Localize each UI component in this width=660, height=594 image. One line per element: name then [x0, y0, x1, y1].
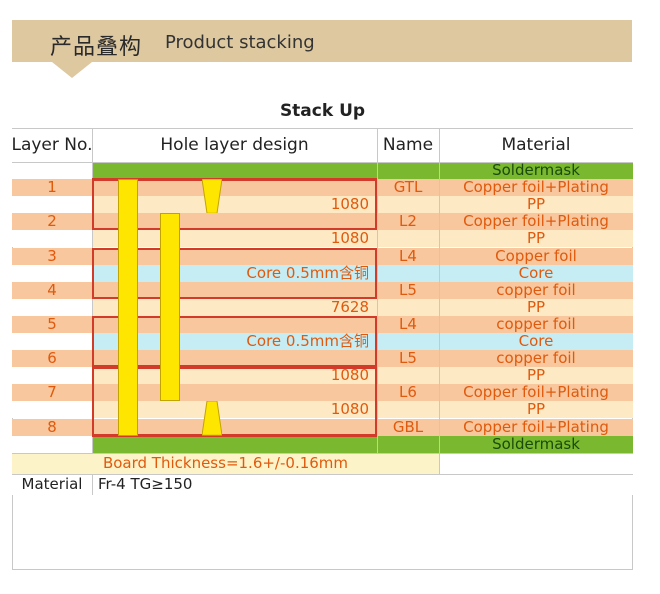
layer-name-cell: GTL: [377, 179, 439, 197]
grid-line: [12, 162, 633, 163]
board-thickness: Board Thickness=1.6+/-0.16mm: [12, 452, 439, 474]
through-hole-via: [118, 179, 138, 436]
layer-no-cell: 6: [12, 350, 92, 368]
material-cell: PP: [439, 230, 633, 248]
material-cell: Copper foil+Plating: [439, 418, 633, 436]
layer-name-cell: [377, 230, 439, 248]
layer-no-cell: 8: [12, 418, 92, 436]
layer-no-cell: 5: [12, 315, 92, 333]
layer-name-cell: L2: [377, 213, 439, 231]
material-cell: copper foil: [439, 315, 633, 333]
material-cell: copper foil: [439, 281, 633, 299]
material-cell: Soldermask: [439, 435, 633, 453]
material-value: Fr-4 TG≥150: [92, 473, 633, 495]
material-cell: PP: [439, 196, 633, 214]
grid-line: [12, 452, 633, 454]
layer-no-cell: 7: [12, 384, 92, 402]
thickness-spacer: [439, 452, 633, 474]
layer-name-cell: [377, 401, 439, 419]
layer-no-cell: [12, 401, 92, 419]
banner-pointer: [52, 62, 92, 78]
layer-name-cell: [377, 435, 439, 453]
layer-name-cell: L4: [377, 247, 439, 265]
layer-no-cell: [12, 230, 92, 248]
laser-microvia-top: [202, 179, 222, 214]
layer-name-cell: [377, 367, 439, 385]
layer-name-cell: [377, 264, 439, 282]
material-label: Material: [12, 473, 92, 495]
banner-title-cn: 产品叠构: [50, 35, 143, 60]
grid-line: [439, 128, 440, 474]
material-cell: PP: [439, 401, 633, 419]
layer-no-cell: [12, 298, 92, 316]
layer-no-cell: [12, 162, 92, 180]
layer-name-cell: L5: [377, 350, 439, 368]
hole-design-cell: [92, 162, 377, 180]
material-cell: PP: [439, 367, 633, 385]
material-cell: Copper foil+Plating: [439, 213, 633, 231]
material-cell: PP: [439, 298, 633, 316]
layer-name-cell: [377, 333, 439, 351]
material-cell: Core: [439, 333, 633, 351]
grid-line: [12, 473, 633, 475]
grid-line: [377, 128, 378, 453]
material-cell: copper foil: [439, 350, 633, 368]
material-cell: Copper foil+Plating: [439, 179, 633, 197]
layer-no-cell: [12, 333, 92, 351]
grid-line: [12, 128, 633, 129]
layer-no-cell: 2: [12, 213, 92, 231]
buried-via: [160, 213, 180, 402]
layer-no-cell: [12, 264, 92, 282]
layer-no-cell: [12, 367, 92, 385]
material-cell: Soldermask: [439, 162, 633, 180]
grid-line: [92, 473, 93, 495]
layer-name-cell: [377, 196, 439, 214]
layer-name-cell: L4: [377, 315, 439, 333]
layer-name-cell: L5: [377, 281, 439, 299]
layer-no-cell: 4: [12, 281, 92, 299]
header-material: Material: [439, 128, 633, 162]
layer-no-cell: 3: [12, 247, 92, 265]
banner-title-en: Product stacking: [165, 32, 315, 53]
hole-design-cell: [92, 435, 377, 453]
layer-no-cell: [12, 196, 92, 214]
layer-name-cell: GBL: [377, 418, 439, 436]
layer-name-cell: [377, 162, 439, 180]
layer-name-cell: L6: [377, 384, 439, 402]
layer-no-cell: 1: [12, 179, 92, 197]
header-layer-no: Layer No.: [12, 128, 92, 162]
material-cell: Copper foil+Plating: [439, 384, 633, 402]
laser-microvia-bottom: [202, 401, 222, 436]
table-title: Stack Up: [12, 94, 633, 128]
material-cell: Core: [439, 264, 633, 282]
layer-name-cell: [377, 298, 439, 316]
header-hole-design: Hole layer design: [92, 128, 377, 162]
layer-no-cell: [12, 435, 92, 453]
header-name: Name: [377, 128, 439, 162]
material-cell: Copper foil: [439, 247, 633, 265]
stackup-table: Stack Up Layer No. Hole layer design Name Ma…: [12, 94, 633, 570]
